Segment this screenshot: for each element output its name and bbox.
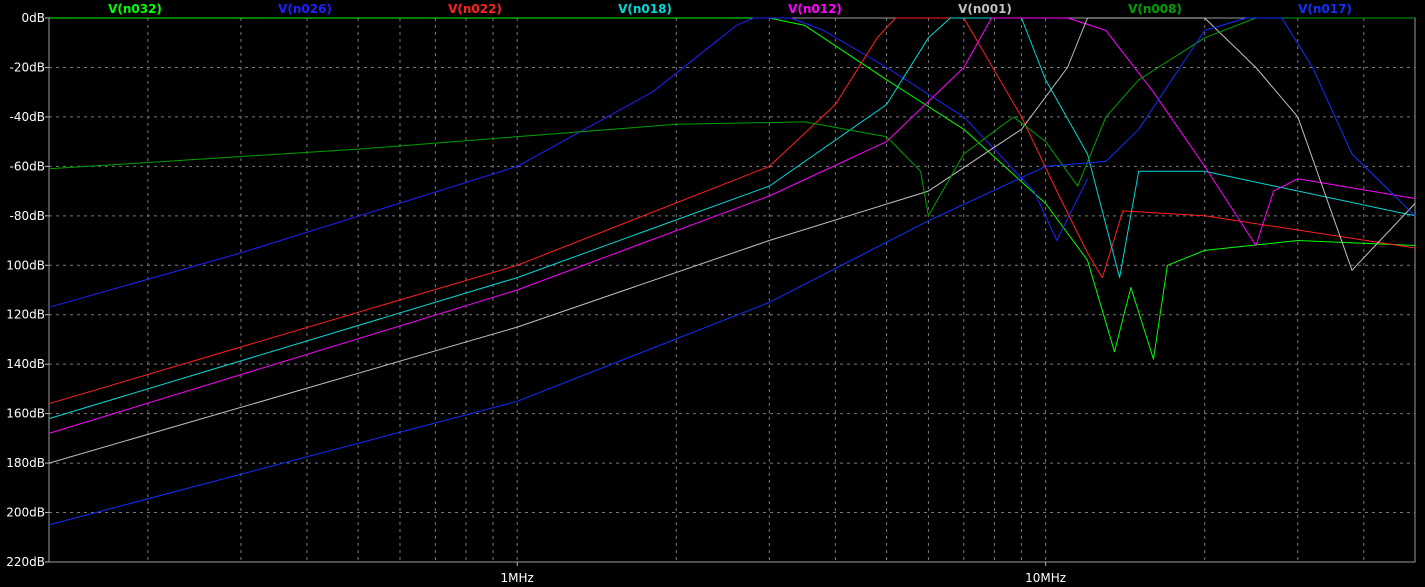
y-tick-label: 180dB: [6, 456, 45, 470]
y-tick-label: 200dB: [6, 506, 45, 520]
plot-background: [0, 0, 1425, 587]
y-tick-label: -80dB: [10, 209, 45, 223]
y-tick-label: 0dB: [22, 11, 45, 25]
x-tick-label: 1MHz: [501, 571, 534, 585]
legend-label-vn026[interactable]: V(n026): [278, 2, 332, 16]
legend-label-vn032[interactable]: V(n032): [108, 2, 162, 16]
legend-label-vn012[interactable]: V(n012): [788, 2, 842, 16]
legend-label-vn017[interactable]: V(n017): [1298, 2, 1352, 16]
y-tick-label: 100dB: [6, 258, 45, 272]
legend-label-vn022[interactable]: V(n022): [448, 2, 502, 16]
y-tick-label: -20dB: [10, 60, 45, 74]
y-tick-label: -40dB: [10, 110, 45, 124]
y-tick-label: 220dB: [6, 555, 45, 569]
y-tick-label: 140dB: [6, 357, 45, 371]
x-tick-label: 10MHz: [1025, 571, 1066, 585]
legend-label-vn001[interactable]: V(n001): [958, 2, 1012, 16]
legend-label-vn008[interactable]: V(n008): [1128, 2, 1182, 16]
legend-label-vn018[interactable]: V(n018): [618, 2, 672, 16]
y-tick-label: -60dB: [10, 159, 45, 173]
y-tick-label: 160dB: [6, 407, 45, 421]
y-tick-label: 120dB: [6, 308, 45, 322]
bode-plot: 0dB -20dB -40dB -60dB -80dB 100dB 120dB 140dB 16…: [0, 0, 1425, 587]
